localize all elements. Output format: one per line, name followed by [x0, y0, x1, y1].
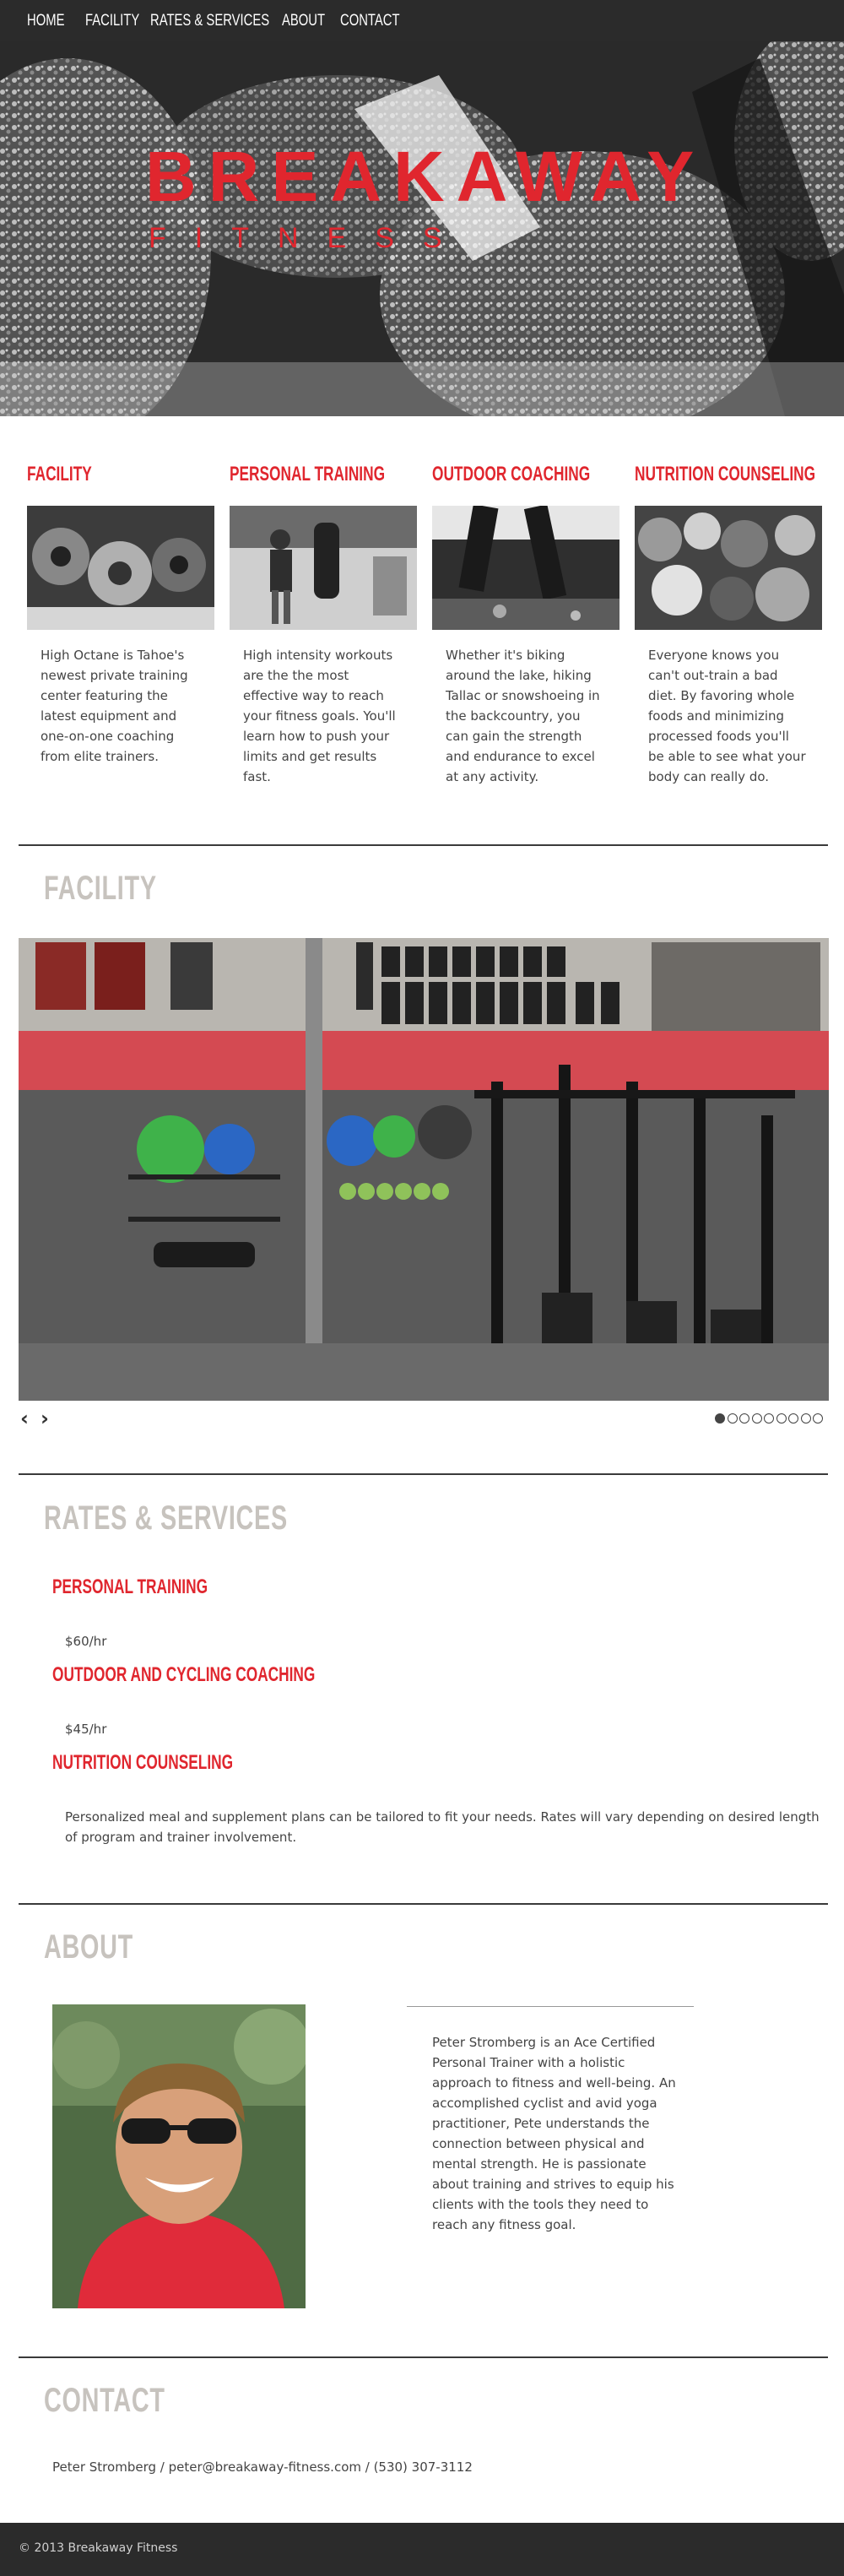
facility-section-title: FACILITY	[44, 870, 157, 907]
slide-dot[interactable]	[813, 1413, 823, 1424]
section-divider	[19, 1473, 828, 1475]
service-column-nutrition-counseling: NUTRITION COUNSELING Everyone knows you …	[635, 463, 822, 787]
rate-title-outdoor-cycling: OUTDOOR AND CYCLING COACHING	[52, 1663, 316, 1686]
rate-description: Personalized meal and supplement plans c…	[65, 1809, 820, 1845]
service-column-facility: FACILITY High Octane is Tahoe's newest p…	[27, 463, 214, 767]
slide-dot[interactable]	[739, 1413, 749, 1424]
about-divider	[407, 2006, 694, 2007]
about-section-title: ABOUT	[44, 1928, 133, 1966]
hero-banner: BREAKAWAY FITNESS	[0, 41, 844, 416]
section-divider	[19, 2356, 828, 2358]
service-image-produce	[635, 506, 822, 630]
section-divider	[19, 1903, 828, 1905]
slide-dot[interactable]	[727, 1413, 738, 1424]
footer-copyright: © 2013 Breakaway Fitness	[19, 2541, 178, 2555]
trainer-photo	[52, 2004, 306, 2308]
service-title[interactable]: OUTDOOR COACHING	[432, 463, 590, 488]
service-image-boxing	[230, 506, 417, 630]
service-description: Whether it's biking around the lake, hik…	[446, 648, 600, 784]
slide-dot[interactable]	[751, 1413, 762, 1424]
service-title[interactable]: FACILITY	[27, 463, 162, 488]
service-description: Everyone knows you can't out-train a bad…	[648, 648, 806, 784]
section-divider	[19, 844, 828, 846]
rate-title-personal-training: PERSONAL TRAINING	[52, 1575, 208, 1598]
slideshow-pagination	[715, 1413, 825, 1424]
service-column-personal-training: PERSONAL TRAINING High intensity workout…	[230, 463, 417, 787]
facility-slideshow-image[interactable]	[19, 938, 829, 1401]
rate-title-nutrition: NUTRITION COUNSELING	[52, 1751, 234, 1774]
slide-dot[interactable]	[800, 1413, 811, 1424]
top-nav: HOME FACILITY RATES & SERVICES ABOUT CON…	[0, 0, 844, 41]
nav-item-facility[interactable]: FACILITY	[85, 12, 139, 30]
contact-details: Peter Stromberg / peter@breakaway-fitnes…	[52, 2459, 473, 2475]
rate-price: $60/hr	[65, 1634, 107, 1649]
footer: © 2013 Breakaway Fitness	[0, 2523, 844, 2576]
nav-item-rates-services[interactable]: RATES & SERVICES	[150, 12, 269, 30]
hero-logo-title: BREAKAWAY	[145, 137, 706, 216]
service-column-outdoor-coaching: OUTDOOR COACHING Whether it's biking aro…	[432, 463, 619, 787]
trainer-bio: Peter Stromberg is an Ace Certified Pers…	[432, 2035, 676, 2232]
chevron-left-icon[interactable]: ‹	[17, 1408, 32, 1429]
service-description: High Octane is Tahoe's newest private tr…	[41, 648, 188, 764]
service-title[interactable]: NUTRITION COUNSELING	[635, 463, 815, 488]
service-image-hiking	[432, 506, 619, 630]
rate-price: $45/hr	[65, 1722, 107, 1737]
services-overview: FACILITY High Octane is Tahoe's newest p…	[0, 463, 844, 800]
slide-dot[interactable]	[788, 1413, 798, 1424]
contact-section-title: CONTACT	[44, 2382, 165, 2419]
service-image-weights	[27, 506, 214, 630]
chevron-right-icon[interactable]: ›	[37, 1408, 52, 1429]
rates-section-title: RATES & SERVICES	[44, 1500, 288, 1537]
service-description: High intensity workouts are the the most…	[243, 648, 396, 784]
slide-dot[interactable]	[776, 1413, 787, 1424]
service-title[interactable]: PERSONAL TRAINING	[230, 463, 385, 488]
slide-dot[interactable]	[715, 1413, 725, 1424]
nav-item-about[interactable]: ABOUT	[282, 12, 325, 30]
slide-dot[interactable]	[764, 1413, 774, 1424]
nav-item-contact[interactable]: CONTACT	[340, 12, 400, 30]
hero-logo-subtitle: FITNESS	[149, 222, 471, 254]
nav-item-home[interactable]: HOME	[27, 12, 64, 30]
